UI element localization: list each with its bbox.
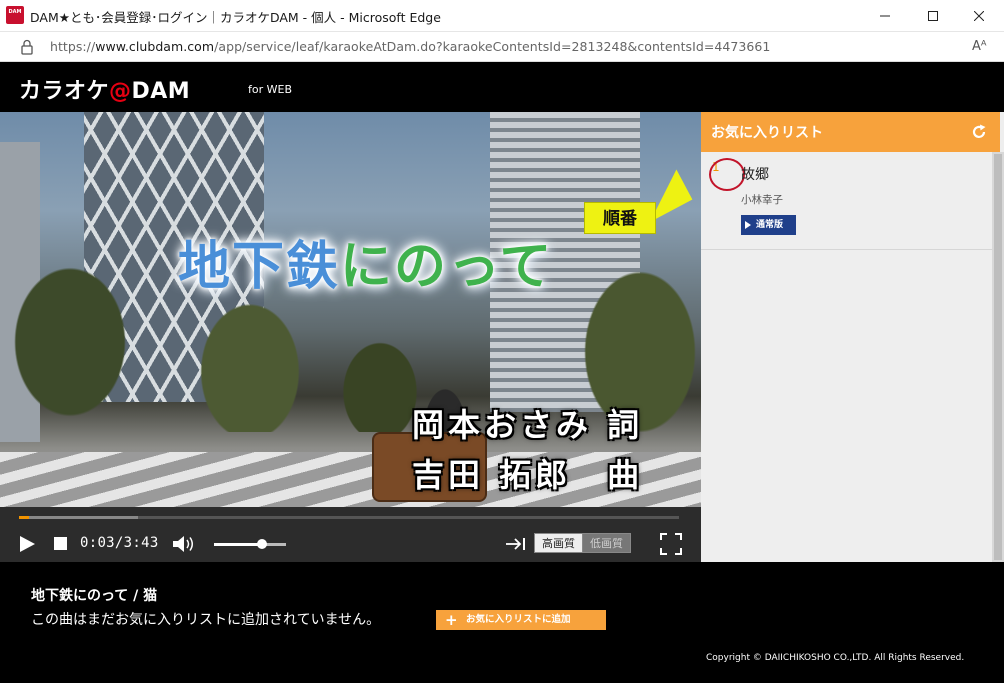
site-logo[interactable]: カラオケ@DAM [19,73,190,105]
play-icon[interactable] [18,535,36,553]
seek-bar[interactable] [19,516,679,519]
composer-credit: 吉田 拓郎 曲 [412,456,644,494]
video-song-title-a: 地下鉄 [178,237,341,297]
karaoke-site: カラオケ@DAM for WEB 地下鉄にのって 岡本おさみ 詞 吉田 拓郎 曲… [0,62,1004,683]
maximize-button[interactable] [910,0,956,32]
favorite-song-title[interactable]: 故郷 [741,164,769,184]
volume-slider[interactable] [214,539,286,549]
favorites-panel: お気に入りリスト 1 故郷 小林幸子 通常版 [701,112,1004,562]
minimize-icon [880,15,890,17]
video-frame[interactable]: 地下鉄にのって 岡本おさみ 詞 吉田 拓郎 曲 順番 [0,112,701,507]
video-song-title: 地下鉄にのって [178,224,553,299]
volume-icon[interactable] [172,534,198,554]
volume-handle[interactable] [257,539,268,549]
copyright-notice: Copyright © DAIICHIKOSHO CO.,LTD. All Ri… [706,653,965,663]
close-button[interactable] [956,0,1002,32]
favorite-rank: 1 [709,158,745,191]
favorites-scrollbar-thumb[interactable] [994,154,1002,560]
window-titlebar: DAM DAM★とも･会員登録･ログイン｜カラオケDAM - 個人 - Micr… [0,0,1004,32]
video-player: 地下鉄にのって 岡本おさみ 詞 吉田 拓郎 曲 順番 0:03/3:43 高画質… [0,112,701,562]
song-info: 地下鉄にのって / 猫 この曲はまだお気に入りリストに追加されていません。 + お… [0,562,1004,683]
window-title: DAM★とも･会員登録･ログイン｜カラオケDAM - 個人 - Microsof… [30,10,441,25]
standard-version-label: 通常版 [756,220,784,230]
read-aloud-icon[interactable]: Aᴬ [972,39,987,54]
playback-time: 0:03/3:43 [80,535,159,551]
song-info-title: 地下鉄にのって / 猫 [31,588,158,604]
logo-suffix: DAM [131,79,191,104]
quality-low-button[interactable]: 低画質 [583,533,631,553]
site-header: カラオケ@DAM for WEB [0,62,1004,112]
maximize-icon [928,11,938,21]
seek-buffered [19,516,138,519]
address-bar: https://www.clubdam.com/app/service/leaf… [0,32,1004,62]
quality-toggle: 高画質 低画質 [534,533,631,553]
rank-highlight-circle [709,158,745,191]
skip-end-icon[interactable] [505,535,527,553]
add-to-favorites-button[interactable]: + お気に入りリストに追加 [436,610,606,630]
play-triangle-icon [745,221,751,229]
lock-icon[interactable] [20,39,34,55]
refresh-icon[interactable] [971,124,987,140]
seek-played [19,516,29,519]
order-callout: 順番 [584,202,656,234]
favorites-header: お気に入りリスト [701,112,1000,152]
url-prefix: https:// [50,39,96,54]
logo-prefix: カラオケ [19,79,110,104]
favorite-status-message: この曲はまだお気に入りリストに追加されていません。 [31,612,381,628]
lyricist-credit: 岡本おさみ 詞 [412,406,644,444]
url-host: www.clubdam.com [95,39,215,54]
site-favicon-icon: DAM [6,6,24,24]
add-to-favorites-label: お気に入りリストに追加 [466,614,571,625]
favorites-scrollbar[interactable] [992,152,1004,562]
url-text[interactable]: https://www.clubdam.com/app/service/leaf… [50,39,770,54]
logo-subtitle: for WEB [248,83,292,96]
volume-level [214,543,263,546]
fullscreen-icon[interactable] [660,533,682,555]
video-song-title-b: にのって [340,237,554,297]
favorite-item[interactable]: 1 故郷 小林幸子 通常版 [701,152,992,250]
stop-icon[interactable] [54,537,67,550]
quality-high-button[interactable]: 高画質 [534,533,583,553]
minimize-button[interactable] [862,0,908,32]
plus-icon: + [445,611,458,629]
url-path: /app/service/leaf/karaokeAtDam.do?karaok… [214,39,771,54]
favorites-title: お気に入りリスト [711,125,823,141]
close-icon [974,11,984,21]
logo-at: @ [109,79,132,104]
standard-version-button[interactable]: 通常版 [741,215,796,235]
favorite-artist: 小林幸子 [741,194,783,206]
